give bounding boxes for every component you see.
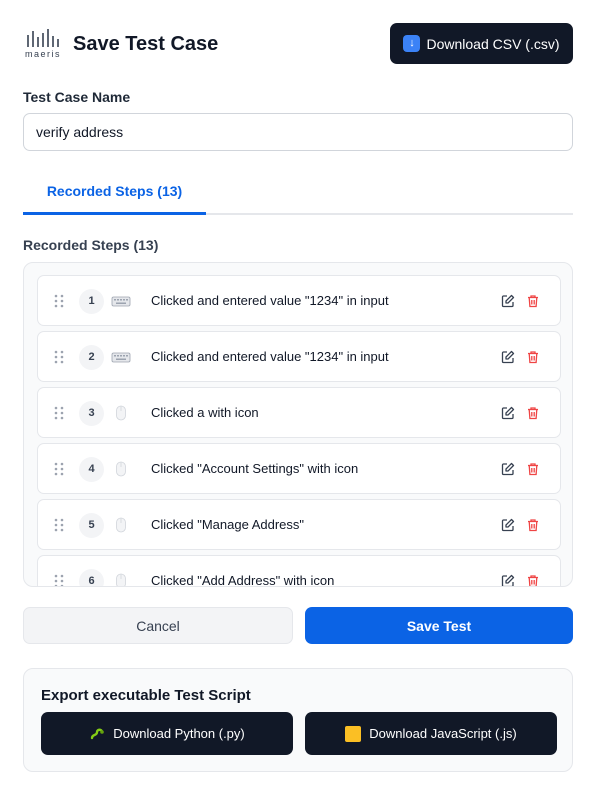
mouse-icon [111, 573, 131, 586]
header: maeris Save Test Case ↓ Download CSV (.c… [23, 23, 573, 64]
edit-icon[interactable] [501, 574, 515, 586]
snake-icon [89, 726, 105, 742]
download-javascript-button[interactable]: Download JavaScript (.js) [305, 712, 557, 755]
download-python-button[interactable]: Download Python (.py) [41, 712, 293, 755]
download-csv-button[interactable]: ↓ Download CSV (.csv) [390, 23, 573, 64]
step-number: 5 [79, 513, 104, 538]
drag-handle-icon[interactable] [53, 293, 65, 309]
trash-icon[interactable] [526, 350, 540, 364]
trash-icon[interactable] [526, 574, 540, 586]
edit-icon[interactable] [501, 462, 515, 476]
step-number: 6 [79, 569, 104, 586]
edit-icon[interactable] [501, 294, 515, 308]
edit-icon[interactable] [501, 518, 515, 532]
download-javascript-label: Download JavaScript (.js) [369, 726, 517, 741]
page-title: Save Test Case [73, 33, 219, 55]
step-number: 4 [79, 457, 104, 482]
download-csv-label: Download CSV (.csv) [426, 35, 560, 52]
yellow-square-icon [345, 725, 362, 742]
drag-handle-icon[interactable] [53, 517, 65, 533]
step-description: Clicked "Manage Address" [151, 517, 305, 532]
export-panel: Export executable Test Script Download P… [23, 668, 573, 772]
trash-icon[interactable] [526, 294, 540, 308]
step-description: Clicked "Add Address" with icon [151, 573, 335, 587]
step-row: 2 Clicked and entered value "1234" in inp… [37, 331, 561, 382]
test-case-name-input[interactable] [23, 113, 573, 151]
trash-icon[interactable] [526, 518, 540, 532]
mouse-icon [111, 405, 131, 421]
step-number: 3 [79, 401, 104, 426]
step-number: 1 [79, 289, 104, 314]
tab-recorded-steps[interactable]: Recorded Steps (13) [23, 170, 206, 215]
step-description: Clicked and entered value "1234" in inpu… [151, 349, 389, 364]
step-row: 5 Clicked "Manage Address" [37, 499, 561, 550]
trash-icon[interactable] [526, 462, 540, 476]
maeris-logo: maeris [23, 29, 63, 61]
export-title: Export executable Test Script [41, 687, 251, 704]
step-row: 1 Clicked and entered value "1234" in inp… [37, 275, 561, 326]
drag-handle-icon[interactable] [53, 461, 65, 477]
save-test-button[interactable]: Save Test [305, 607, 573, 644]
drag-handle-icon[interactable] [53, 349, 65, 365]
logo-text: maeris [24, 49, 61, 59]
step-row: 6 Clicked "Add Address" with icon [37, 555, 561, 587]
step-description: Clicked "Account Settings" with icon [151, 461, 359, 476]
edit-icon[interactable] [501, 406, 515, 420]
step-description: Clicked a with icon [151, 405, 259, 420]
steps-container[interactable]: 1 Clicked and entered value "1234" in inp… [23, 262, 573, 587]
drag-handle-icon[interactable] [53, 405, 65, 421]
trash-icon[interactable] [526, 406, 540, 420]
edit-icon[interactable] [501, 350, 515, 364]
steps-list: 1 Clicked and entered value "1234" in inp… [37, 275, 561, 587]
tab-bar: Recorded Steps (13) [23, 170, 573, 215]
keyboard-icon [111, 293, 131, 309]
mouse-icon [111, 461, 131, 477]
cancel-button[interactable]: Cancel [23, 607, 293, 644]
mouse-icon [111, 517, 131, 533]
step-description: Clicked and entered value "1234" in inpu… [151, 293, 389, 308]
keyboard-icon [111, 349, 131, 365]
down-arrow-emoji-icon: ↓ [403, 35, 421, 52]
step-row: 3 Clicked a with icon [37, 387, 561, 438]
test-case-name-label: Test Case Name [23, 89, 131, 105]
drag-handle-icon[interactable] [53, 573, 65, 586]
recorded-steps-heading: Recorded Steps (13) [23, 237, 159, 253]
step-row: 4 Clicked "Account Settings" with icon [37, 443, 561, 494]
step-number: 2 [79, 345, 104, 370]
download-python-label: Download Python (.py) [113, 726, 245, 741]
